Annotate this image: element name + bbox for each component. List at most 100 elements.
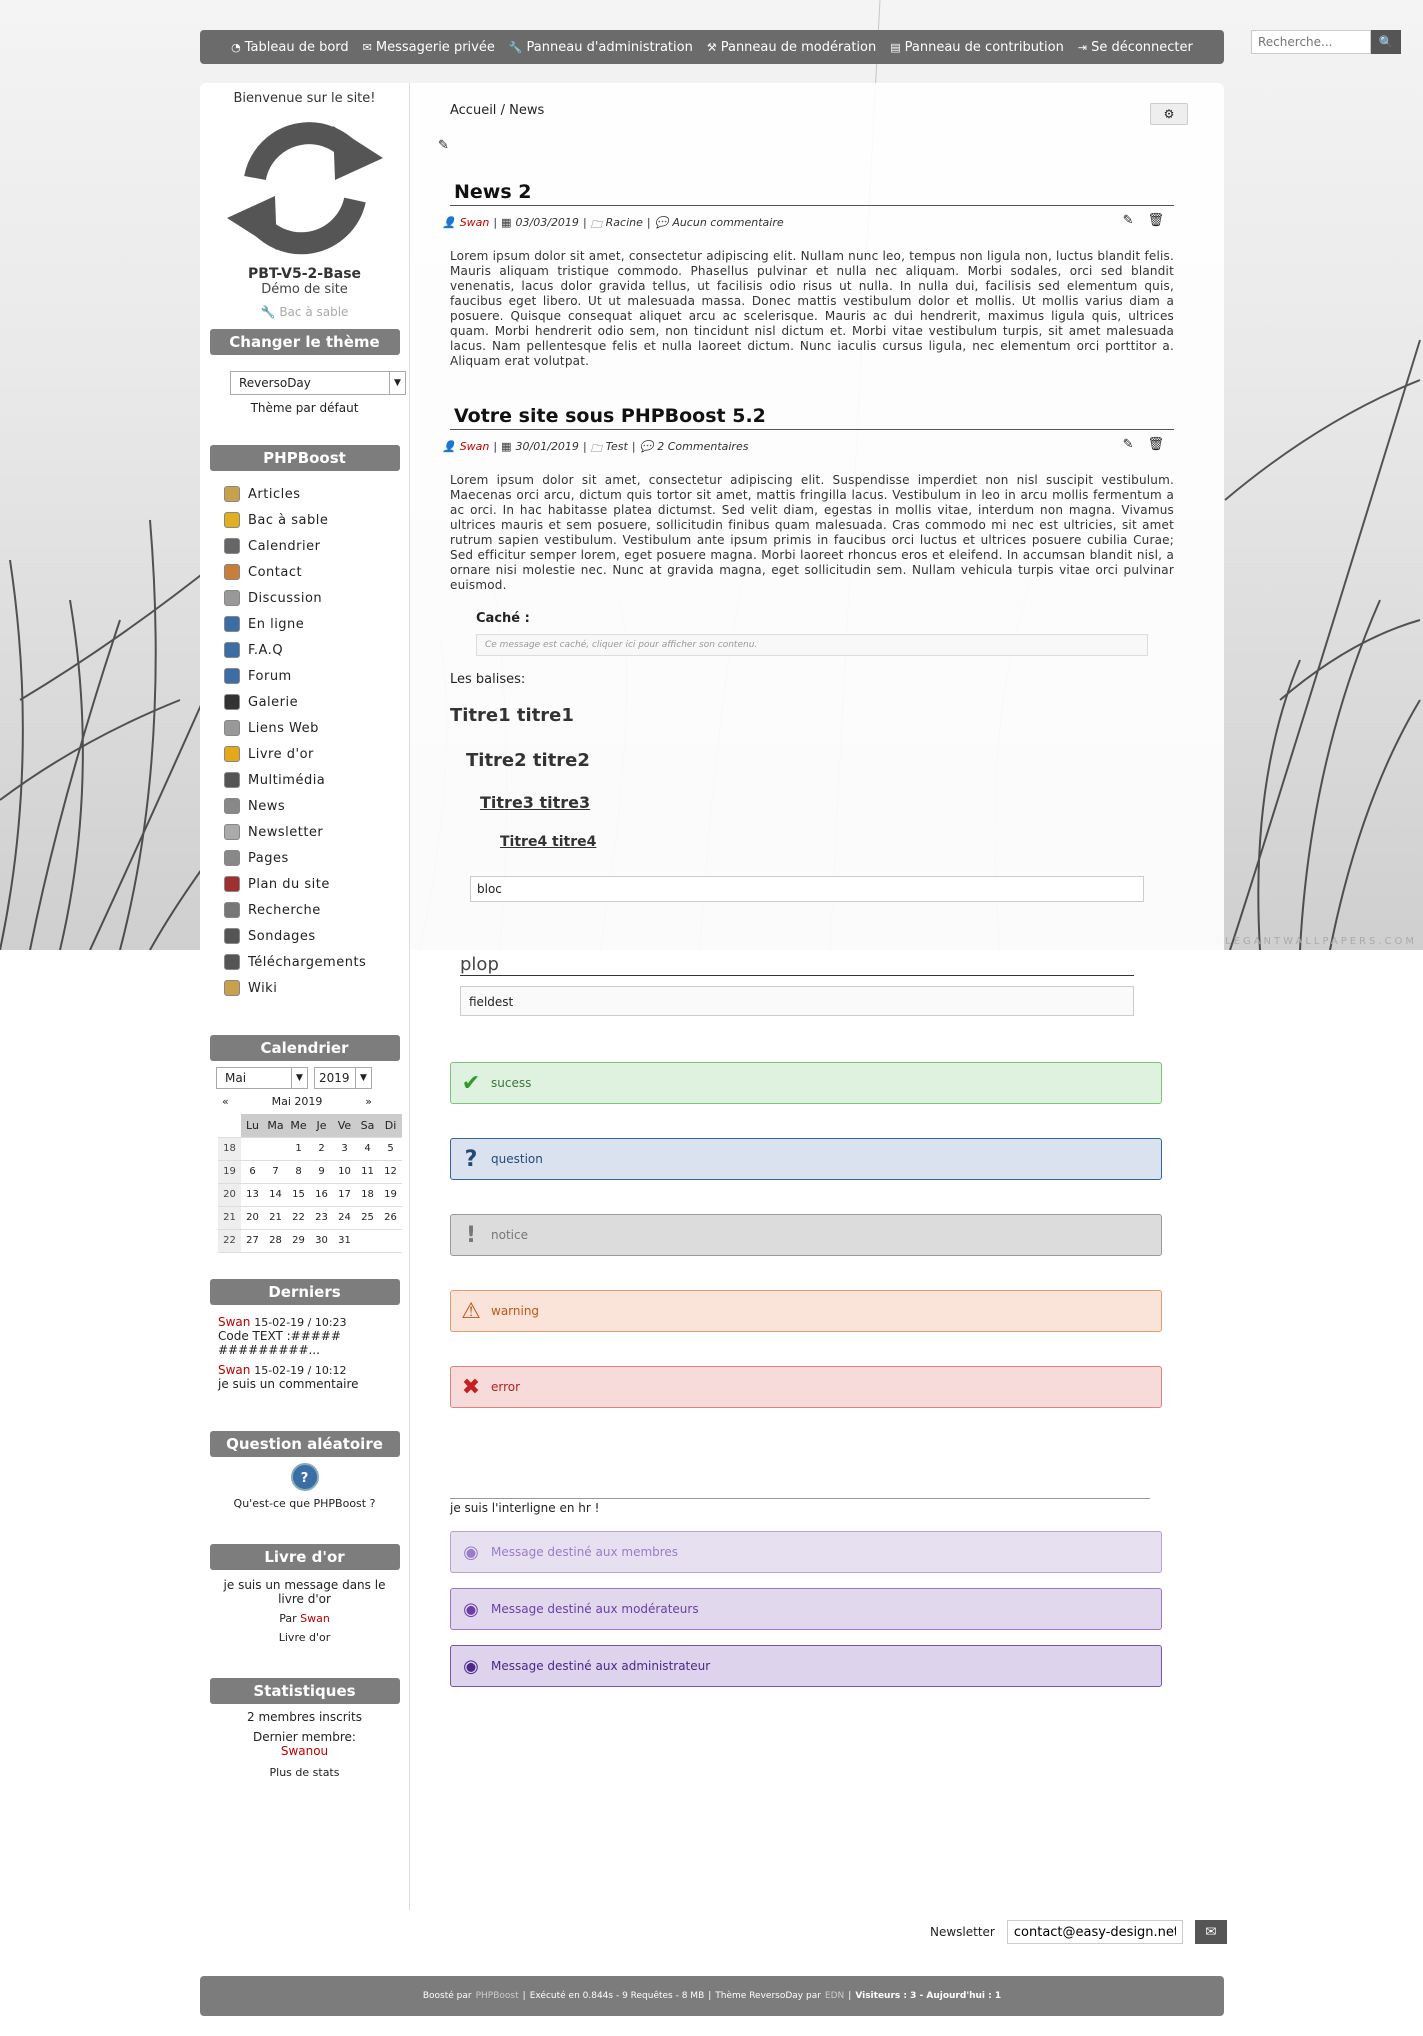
footer-phpboost-link[interactable]: PHPBoost [476,1991,519,2001]
theme-select[interactable]: ReversoDay ▼ [230,371,406,395]
nav-admin-panel[interactable]: 🔧 Panneau d'administration [509,40,693,55]
calendar-day[interactable]: 18 [356,1183,379,1207]
article-title[interactable]: Votre site sous PHPBoost 5.2 [450,405,1174,430]
calendar-day[interactable]: 23 [310,1206,333,1230]
month-select[interactable]: Mai ▼ [216,1067,308,1089]
calendar-day[interactable]: 10 [333,1160,356,1184]
article-title[interactable]: News 2 [450,181,1174,206]
calendar-day[interactable]: 26 [379,1206,402,1230]
stats-more-link[interactable]: Plus de stats [200,1766,409,1779]
calendar-day-header: Ve [333,1114,356,1138]
calendar-day[interactable]: 31 [333,1229,356,1253]
calendar-day[interactable]: 2 [310,1137,333,1161]
edit-icon[interactable]: ✎ [438,138,449,153]
menu-item[interactable]: Bac à sable [224,507,409,533]
default-theme-link[interactable]: Thème par défaut [200,401,409,415]
question-link[interactable]: Qu'est-ce que PHPBoost ? [200,1497,409,1510]
calendar-day[interactable]: 30 [310,1229,333,1253]
article-author[interactable]: Swan [460,440,490,459]
calendar-day[interactable]: 8 [287,1160,310,1184]
stats-last-user[interactable]: Swanou [200,1744,409,1758]
menu-item[interactable]: Newsletter [224,819,409,845]
footer-edn-link[interactable]: EDN [825,1991,844,2001]
calendar-day[interactable]: 16 [310,1183,333,1207]
calendar-day[interactable]: 25 [356,1206,379,1230]
comment-user[interactable]: Swan [218,1315,250,1329]
calendar-day[interactable]: 12 [379,1160,402,1184]
calendar-day[interactable]: 22 [287,1206,310,1230]
menu-item[interactable]: Wiki [224,975,409,1001]
sandbox-link[interactable]: 🔧 Bac à sable [200,305,409,319]
menu-item[interactable]: Plan du site [224,871,409,897]
menu-item[interactable]: Forum [224,663,409,689]
calendar-day[interactable]: 3 [333,1137,356,1161]
menu-item[interactable]: Galerie [224,689,409,715]
calendar-day[interactable]: 7 [264,1160,287,1184]
calendar-day[interactable]: 1 [287,1137,310,1161]
calendar-day[interactable]: 4 [356,1137,379,1161]
menu-item[interactable]: Téléchargements [224,949,409,975]
menu-item[interactable]: Contact [224,559,409,585]
breadcrumb-home[interactable]: Accueil [450,103,496,118]
search-button[interactable]: 🔍 [1371,30,1401,54]
calendar-day[interactable]: 20 [241,1206,264,1230]
nav-dashboard[interactable]: ◔ Tableau de bord [231,40,349,55]
calendar-day[interactable]: 9 [310,1160,333,1184]
comment-text[interactable]: Code TEXT :##############... [218,1329,348,1357]
prev-month-icon[interactable]: « [222,1095,229,1108]
nav-private-messages[interactable]: ✉ Messagerie privée [363,40,495,55]
calendar-day[interactable]: 11 [356,1160,379,1184]
trash-icon[interactable]: 🗑 [1147,213,1164,228]
calendar-day[interactable]: 28 [264,1229,287,1253]
edit-icon[interactable]: ✎ [1123,437,1134,452]
calendar-day[interactable]: 15 [287,1183,310,1207]
menu-item[interactable]: Livre d'or [224,741,409,767]
settings-button[interactable]: ⚙ [1150,103,1188,125]
newsletter-submit-button[interactable]: ✉ [1194,1920,1227,1944]
menu-item[interactable]: Pages [224,845,409,871]
calendar-day[interactable]: 29 [287,1229,310,1253]
calendar-day[interactable]: 13 [241,1183,264,1207]
next-month-icon[interactable]: » [365,1095,372,1108]
calendar-day[interactable]: 6 [241,1160,264,1184]
guestbook-link[interactable]: Livre d'or [200,1631,409,1644]
calendar-day[interactable]: 27 [241,1229,264,1253]
nav-moderation-panel[interactable]: ⚒ Panneau de modération [707,40,876,55]
article-category[interactable]: Racine [606,216,643,235]
menu-item[interactable]: Sondages [224,923,409,949]
menu-item[interactable]: Articles [224,481,409,507]
newsletter-email-input[interactable] [1006,1920,1183,1944]
nav-logout[interactable]: ⇥ Se déconnecter [1078,40,1193,55]
wrench-icon: 🔧 [260,305,276,319]
calendar-day[interactable]: 17 [333,1183,356,1207]
menu-item[interactable]: Liens Web [224,715,409,741]
article-comments[interactable]: Aucun commentaire [672,216,783,235]
calendar-day[interactable]: 21 [264,1206,287,1230]
menu-item[interactable]: En ligne [224,611,409,637]
comment-user[interactable]: Swan [218,1363,250,1377]
year-select[interactable]: 2019 ▼ [314,1067,372,1089]
guestbook-user[interactable]: Swan [300,1612,330,1625]
article-category[interactable]: Test [606,440,628,459]
comment-text[interactable]: je suis un commentaire [218,1377,409,1391]
menu-item[interactable]: News [224,793,409,819]
article-author[interactable]: Swan [460,216,490,235]
menu-item[interactable]: F.A.Q [224,637,409,663]
calendar-day[interactable]: 14 [264,1183,287,1207]
calendar-day[interactable]: 24 [333,1206,356,1230]
hidden-content-toggle[interactable]: Ce message est caché, cliquer ici pour a… [476,634,1148,656]
comments-list: Swan 15-02-19 / 10:23 Code TEXT :########… [218,1315,409,1391]
calendar-day[interactable]: 5 [379,1137,402,1161]
article-comments[interactable]: 2 Commentaires [657,440,748,459]
trash-icon[interactable]: 🗑 [1147,437,1164,452]
menu-item[interactable]: Multimédia [224,767,409,793]
menu-item[interactable]: Calendrier [224,533,409,559]
nav-contribution-panel[interactable]: ▤ Panneau de contribution [890,40,1064,55]
edit-icon[interactable]: ✎ [1123,213,1134,228]
calendar-day[interactable]: 19 [379,1183,402,1207]
menu-item[interactable]: Discussion [224,585,409,611]
breadcrumb-current[interactable]: News [509,103,544,118]
search-input[interactable] [1251,30,1371,54]
chevron-down-icon: ▼ [355,1068,371,1088]
menu-item[interactable]: Recherche [224,897,409,923]
